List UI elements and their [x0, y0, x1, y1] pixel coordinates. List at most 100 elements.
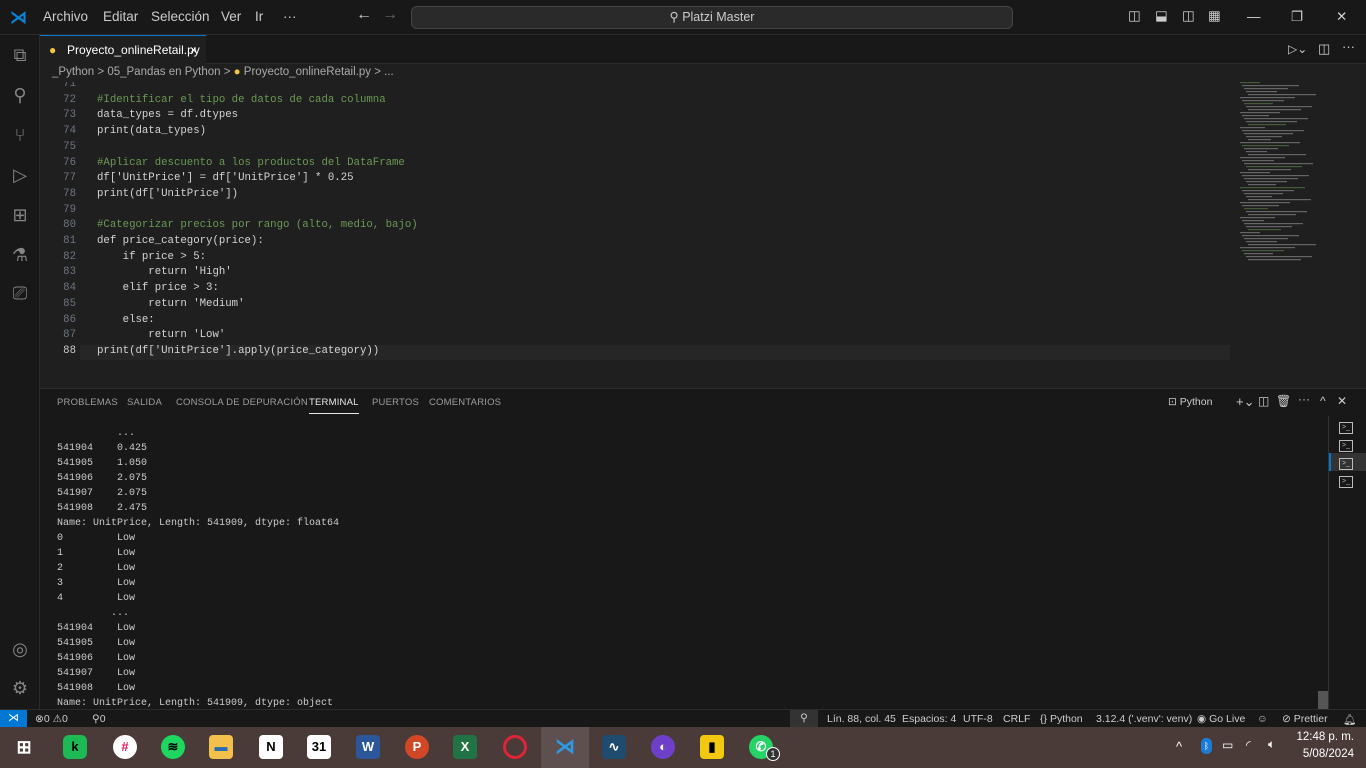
slack-icon[interactable]: #: [113, 735, 137, 759]
terminal-instance-icon[interactable]: >_: [1339, 458, 1353, 470]
problems-indicator[interactable]: ⊗0 ⚠0: [35, 713, 68, 725]
terminal-instance-icon[interactable]: >_: [1339, 440, 1353, 452]
powerpoint-icon[interactable]: P: [405, 735, 429, 759]
clock-time[interactable]: 12:48 p. m.: [1296, 731, 1354, 743]
back-arrow-icon[interactable]: ←: [356, 6, 372, 24]
breadcrumb-item[interactable]: Proyecto_onlineRetail.py: [244, 66, 371, 78]
menu-editar[interactable]: Editar: [103, 9, 138, 24]
more-actions-icon[interactable]: ···: [1342, 39, 1355, 54]
remote-indicator-icon[interactable]: ⋊: [0, 710, 27, 728]
forward-arrow-icon[interactable]: →: [382, 6, 398, 24]
close-panel-icon[interactable]: ✕: [1337, 394, 1347, 408]
code-editor[interactable]: 71 72 #Identificar el tipo de datos de cad…: [40, 82, 1230, 387]
tab-comentarios[interactable]: COMENTARIOS: [429, 397, 501, 408]
windows-start-icon[interactable]: ⊞: [12, 735, 36, 759]
tab-puertos[interactable]: PUERTOS: [372, 397, 419, 408]
go-live-button[interactable]: ◉ Go Live: [1197, 713, 1245, 725]
minimize-button[interactable]: —: [1247, 9, 1261, 24]
split-editor-icon[interactable]: ◫: [1318, 41, 1330, 57]
menu-archivo[interactable]: Archivo: [43, 9, 88, 24]
code-line[interactable]: if price > 5:: [97, 251, 206, 263]
code-line[interactable]: data_types = df.dtypes: [97, 109, 238, 121]
file-explorer-icon[interactable]: ▬: [209, 735, 233, 759]
code-line[interactable]: #Categorizar precios por rango (alto, me…: [97, 219, 418, 231]
kaspersky-icon[interactable]: k: [63, 735, 87, 759]
terminal-instance-icon[interactable]: >_: [1339, 476, 1353, 488]
battery-icon[interactable]: ▭: [1222, 738, 1233, 752]
toggle-secondary-sidebar-icon[interactable]: ◫: [1182, 8, 1195, 24]
maximize-panel-icon[interactable]: ^: [1320, 394, 1326, 408]
python-interpreter[interactable]: 3.12.4 ('.venv': venv): [1096, 713, 1192, 725]
tab-proyecto-onlineretail[interactable]: ● Proyecto_onlineRetail.py ×: [40, 35, 206, 64]
extensions-icon[interactable]: ⊞: [8, 203, 32, 227]
show-hidden-icons-chevron-icon[interactable]: ^: [1176, 739, 1182, 754]
line-ending[interactable]: CRLF: [1003, 713, 1030, 725]
tab-consola-depuracion[interactable]: CONSOLA DE DEPURACIÓN: [176, 397, 308, 408]
vscode-icon[interactable]: ⋊: [553, 735, 577, 759]
command-center-search[interactable]: ⚲ Platzi Master: [411, 6, 1013, 29]
calendar-icon[interactable]: 31: [307, 735, 331, 759]
explorer-icon[interactable]: ⧉: [8, 43, 32, 67]
tab-salida[interactable]: SALIDA: [127, 397, 162, 408]
run-debug-icon[interactable]: ▷: [8, 163, 32, 187]
excel-icon[interactable]: X: [453, 735, 477, 759]
indentation[interactable]: Espacios: 4: [902, 713, 956, 725]
code-line[interactable]: #Identificar el tipo de datos de cada co…: [97, 94, 386, 106]
tab-terminal[interactable]: TERMINAL: [309, 397, 359, 414]
tab-close-icon[interactable]: ×: [190, 36, 197, 64]
code-line[interactable]: #Aplicar descuento a los productos del D…: [97, 157, 405, 169]
toggle-sidebar-icon[interactable]: ◫: [1128, 8, 1141, 24]
split-terminal-icon[interactable]: ◫: [1258, 394, 1269, 408]
scrollbar-thumb[interactable]: [1318, 691, 1328, 709]
search-icon[interactable]: ⚲: [8, 83, 32, 107]
restore-button[interactable]: ❐: [1291, 9, 1303, 25]
code-line[interactable]: return 'Low': [97, 329, 225, 341]
word-icon[interactable]: W: [356, 735, 380, 759]
zoom-icon[interactable]: ⚲: [790, 710, 818, 727]
bluetooth-icon[interactable]: ᛒ: [1201, 738, 1212, 754]
customize-layout-icon[interactable]: ▦: [1208, 8, 1221, 24]
testing-icon[interactable]: ⚗: [8, 243, 32, 267]
notifications-bell-icon[interactable]: 🔔︎: [1343, 713, 1356, 726]
code-line[interactable]: elif price > 3:: [97, 282, 219, 294]
code-line[interactable]: print(df['UnitPrice']): [97, 188, 238, 200]
spotify-icon[interactable]: ≋: [161, 735, 185, 759]
prettier-button[interactable]: ⊘ Prettier: [1282, 713, 1328, 725]
minimap[interactable]: [1240, 82, 1355, 262]
account-icon[interactable]: ◎: [8, 637, 32, 661]
ports-indicator[interactable]: ⚲0: [92, 713, 106, 725]
terminal-shell-label[interactable]: ⊡ Python: [1168, 396, 1212, 408]
menu-seleccion[interactable]: Selección: [151, 9, 210, 24]
source-control-icon[interactable]: ⑂: [8, 123, 32, 147]
menu-ver[interactable]: Ver: [221, 9, 241, 24]
more-icon[interactable]: ···: [1298, 392, 1310, 406]
copilot-icon[interactable]: ☺: [1257, 713, 1268, 725]
code-line[interactable]: else:: [97, 314, 155, 326]
breadcrumb-item[interactable]: ...: [384, 66, 394, 78]
kill-terminal-icon[interactable]: 🗑: [1276, 394, 1291, 408]
wifi-icon[interactable]: ◜: [1246, 738, 1251, 752]
new-terminal-icon[interactable]: +⌄: [1236, 394, 1254, 410]
code-line[interactable]: return 'Medium': [97, 298, 244, 310]
mysql-workbench-icon[interactable]: ∿: [602, 735, 626, 759]
power-bi-icon[interactable]: ▮: [700, 735, 724, 759]
github-desktop-icon[interactable]: ◐: [651, 735, 675, 759]
language-mode[interactable]: {} Python: [1040, 713, 1083, 725]
close-window-button[interactable]: ✕: [1336, 9, 1347, 25]
notion-icon[interactable]: N: [259, 735, 283, 759]
opera-icon[interactable]: [503, 735, 527, 759]
breadcrumb-item[interactable]: _Python: [52, 66, 94, 78]
volume-icon[interactable]: 🔈︎: [1268, 737, 1275, 752]
cursor-position[interactable]: Lín. 88, col. 45: [827, 713, 896, 725]
breadcrumb-item[interactable]: 05_Pandas en Python: [107, 66, 220, 78]
terminal-instance-icon[interactable]: >_: [1339, 422, 1353, 434]
run-python-icon[interactable]: ▷⌄: [1288, 42, 1307, 56]
menu-ir[interactable]: Ir: [255, 9, 263, 24]
clock-date[interactable]: 5/08/2024: [1296, 748, 1354, 760]
terminal-output[interactable]: ... 541904 0.425 541905 1.050 541906 2.075 5…: [57, 426, 339, 711]
code-line[interactable]: return 'High': [97, 266, 231, 278]
remote-explorer-icon[interactable]: ⎚: [8, 281, 32, 305]
code-line[interactable]: df['UnitPrice'] = df['UnitPrice'] * 0.25: [97, 172, 354, 184]
tab-problemas[interactable]: PROBLEMAS: [57, 397, 118, 408]
code-line[interactable]: print(df['UnitPrice'].apply(price_catego…: [97, 345, 379, 357]
